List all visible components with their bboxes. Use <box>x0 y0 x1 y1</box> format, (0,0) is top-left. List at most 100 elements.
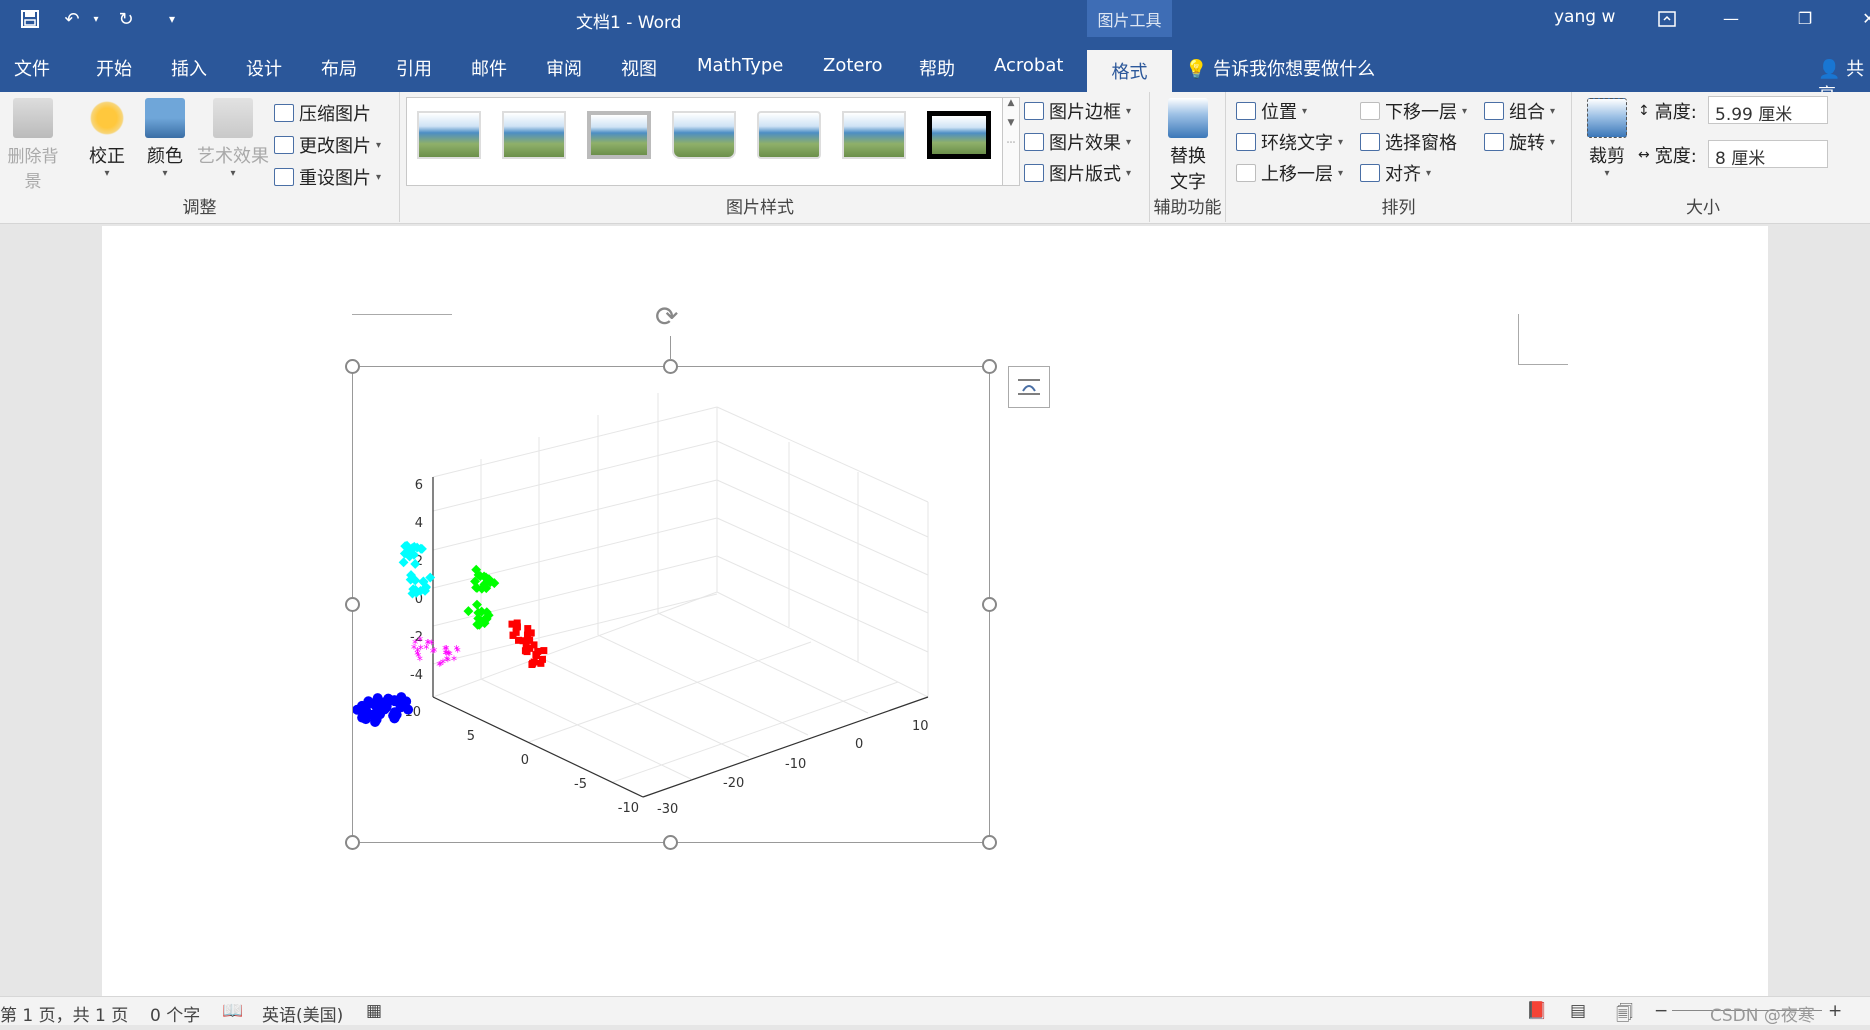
picture-effects-button[interactable]: 图片效果 ▾ <box>1024 129 1131 155</box>
alt-text-button[interactable]: 替换 文字 <box>1158 98 1218 194</box>
layout-options-button[interactable] <box>1008 366 1050 408</box>
tab-review[interactable]: 审阅 <box>546 55 582 81</box>
group-objects-icon <box>1484 102 1504 120</box>
resize-handle-tr[interactable] <box>982 359 997 374</box>
picture-border-label: 图片边框 <box>1049 102 1121 123</box>
picture-style-2[interactable] <box>502 111 566 159</box>
tab-layout[interactable]: 布局 <box>321 55 357 81</box>
tab-insert[interactable]: 插入 <box>171 55 207 81</box>
tab-format[interactable]: 格式 <box>1087 50 1172 92</box>
save-icon[interactable] <box>14 4 46 34</box>
picture-style-4[interactable] <box>672 111 736 159</box>
group-arrange: 位置 ▾ 环绕文字 ▾ 上移一层 ▾ 下移一层 ▾ 选择窗格 对齐 ▾ 组合 ▾… <box>1226 92 1572 222</box>
tab-mailings[interactable]: 邮件 <box>471 55 507 81</box>
tab-zotero[interactable]: Zotero <box>823 55 883 76</box>
width-control: ↔ 宽度: <box>1638 142 1697 168</box>
rotate-handle-icon[interactable]: ⟳ <box>655 300 678 333</box>
scatter-point <box>528 661 536 669</box>
word-count[interactable]: 0 个字 <box>150 1001 200 1026</box>
zoom-out-icon[interactable]: − <box>1654 1001 1668 1021</box>
proofing-icon[interactable]: 📖 <box>222 1001 243 1021</box>
resize-handle-l[interactable] <box>345 597 360 612</box>
resize-handle-bl[interactable] <box>345 835 360 850</box>
tab-file[interactable]: 文件 <box>14 55 50 81</box>
remove-background-button[interactable]: 删除背景 <box>0 98 66 192</box>
artistic-effects-button[interactable]: 艺术效果 ▾ <box>196 98 270 179</box>
language-indicator[interactable]: 英语(美国) <box>262 1001 343 1026</box>
read-mode-icon[interactable]: 📕 <box>1526 1001 1547 1021</box>
user-name[interactable]: yang w <box>1554 7 1615 27</box>
tab-home[interactable]: 开始 <box>96 55 132 81</box>
tab-view[interactable]: 视图 <box>621 55 657 81</box>
page-count[interactable]: 第 1 页，共 1 页 <box>0 1001 128 1026</box>
picture-styles-gallery <box>406 97 1014 186</box>
rotate-icon <box>1484 133 1504 151</box>
web-layout-icon[interactable]: 🗐 <box>1616 1001 1633 1030</box>
color-button[interactable]: 颜色 ▾ <box>138 98 192 179</box>
align-button[interactable]: 对齐 ▾ <box>1360 160 1431 186</box>
group-objects-button[interactable]: 组合 ▾ <box>1484 98 1555 124</box>
selected-picture[interactable]: 6 4 2 0 -2 -4 10 5 0 -5 -10 -30 -20 -10 … <box>352 366 990 843</box>
tab-acrobat[interactable]: Acrobat <box>994 55 1063 76</box>
bring-forward-button[interactable]: 上移一层 ▾ <box>1236 160 1343 186</box>
print-layout-icon[interactable]: ▤ <box>1570 1001 1586 1021</box>
scatter-point <box>527 629 535 637</box>
compress-pictures-button[interactable]: 压缩图片 <box>274 100 371 126</box>
scatter-point <box>537 659 545 667</box>
tab-design[interactable]: 设计 <box>246 55 282 81</box>
scatter-point <box>403 704 414 715</box>
ribbon-display-icon[interactable] <box>1638 0 1696 37</box>
z-tick-label: 4 <box>415 516 423 531</box>
wrap-text-button[interactable]: 环绕文字 ▾ <box>1236 129 1343 155</box>
resize-handle-br[interactable] <box>982 835 997 850</box>
picture-style-7[interactable] <box>927 111 991 159</box>
width-label: 宽度: <box>1654 146 1697 167</box>
align-icon <box>1360 164 1380 182</box>
selection-pane-button[interactable]: 选择窗格 <box>1360 129 1457 155</box>
close-icon[interactable]: ✕ <box>1840 0 1870 37</box>
corrections-button[interactable]: 校正 ▾ <box>80 98 134 179</box>
picture-layout-button[interactable]: 图片版式 ▾ <box>1024 160 1131 186</box>
resize-handle-t[interactable] <box>663 359 678 374</box>
rotate-button[interactable]: 旋转 ▾ <box>1484 129 1555 155</box>
position-button[interactable]: 位置 ▾ <box>1236 98 1307 124</box>
resize-handle-tl[interactable] <box>345 359 360 374</box>
crop-icon <box>1587 98 1627 138</box>
gallery-scroll[interactable]: ▲ ▼ ⋯ <box>1002 97 1020 186</box>
change-picture-button[interactable]: 更改图片 ▾ <box>274 132 381 158</box>
scatter-point <box>367 709 378 720</box>
reset-picture-button[interactable]: 重设图片 ▾ <box>274 164 381 190</box>
group-accessibility-label: 辅助功能 <box>1153 198 1222 218</box>
zoom-in-icon[interactable]: + <box>1828 1001 1842 1021</box>
resize-handle-r[interactable] <box>982 597 997 612</box>
crop-button[interactable]: 裁剪 ▾ <box>1582 98 1632 179</box>
tab-mathtype[interactable]: MathType <box>697 55 783 76</box>
send-backward-button[interactable]: 下移一层 ▾ <box>1360 98 1467 124</box>
crop-label: 裁剪 <box>1589 146 1625 167</box>
height-input[interactable]: 5.99 厘米 <box>1708 96 1828 125</box>
minimize-icon[interactable]: — <box>1702 0 1760 37</box>
tell-me-search[interactable]: 💡 告诉我你想要做什么 <box>1185 55 1375 81</box>
macro-icon[interactable]: ▦ <box>366 1001 382 1021</box>
remove-background-label: 删除背景 <box>7 147 59 192</box>
customize-toolbar-icon[interactable]: ▾ <box>156 4 188 34</box>
reset-picture-label: 重设图片 <box>299 168 371 189</box>
undo-dropdown-icon[interactable]: ▾ <box>80 4 112 34</box>
tab-help[interactable]: 帮助 <box>919 55 955 81</box>
picture-style-1[interactable] <box>417 111 481 159</box>
tab-references[interactable]: 引用 <box>396 55 432 81</box>
picture-style-3[interactable] <box>587 111 651 159</box>
restore-icon[interactable]: ❐ <box>1776 0 1834 37</box>
redo-icon[interactable]: ↻ <box>110 4 142 34</box>
scatter-point <box>521 647 529 655</box>
width-input[interactable]: 8 厘米 <box>1708 140 1828 169</box>
z-tick-label: 6 <box>415 478 423 493</box>
scatter-point: * <box>412 637 418 651</box>
rotate-connector <box>670 336 671 360</box>
picture-style-5[interactable] <box>757 111 821 159</box>
picture-style-6[interactable] <box>842 111 906 159</box>
picture-border-button[interactable]: 图片边框 ▾ <box>1024 98 1131 124</box>
context-tool-label: 图片工具 <box>1087 0 1172 37</box>
resize-handle-b[interactable] <box>663 835 678 850</box>
group-picture-styles: ▲ ▼ ⋯ 图片边框 ▾ 图片效果 ▾ 图片版式 ▾ 图片样式 <box>400 92 1150 222</box>
